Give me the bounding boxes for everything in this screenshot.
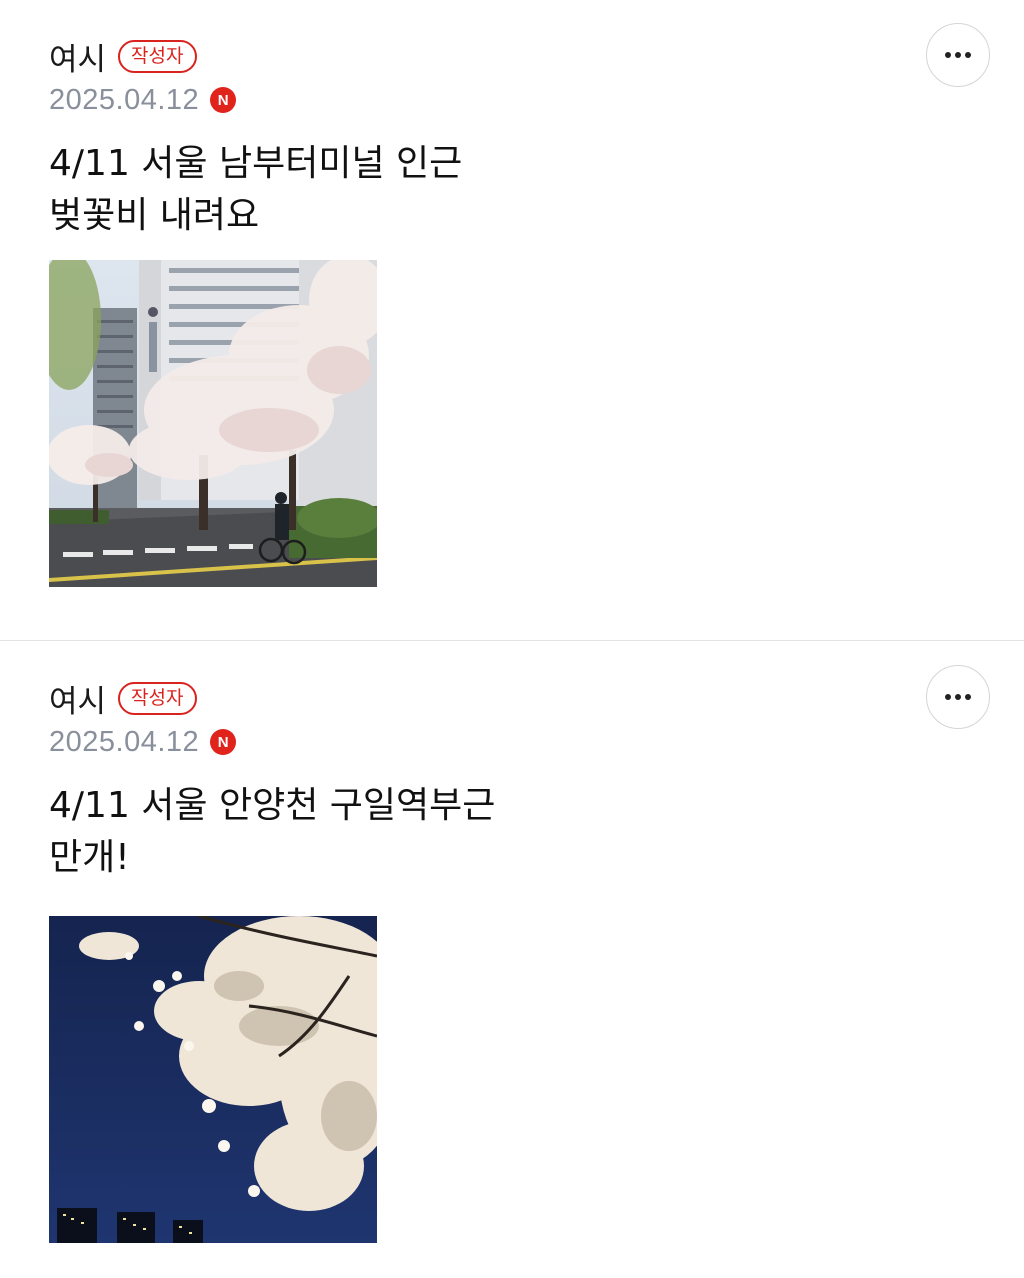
more-options-button[interactable] <box>926 23 990 87</box>
writer-badge: 작성자 <box>118 682 196 715</box>
cherry-blossom-street-photo <box>49 260 377 587</box>
more-options-button[interactable] <box>926 665 990 729</box>
date-row: 2025.04.12 N <box>49 82 236 118</box>
post-divider <box>0 640 1024 641</box>
post-date: 2025.04.12 <box>49 84 199 117</box>
cherry-blossom-night-photo <box>49 916 377 1243</box>
ellipsis-icon <box>944 51 972 59</box>
date-row: 2025.04.12 N <box>49 724 236 760</box>
post-item[interactable]: 여시 작성자 2025.04.12 N 4/11 서울 안양천 구일역부근 만개… <box>0 642 1024 1278</box>
post-title-line: 벚꽃비 내려요 <box>49 190 749 242</box>
post-title-line: 만개! <box>49 832 749 884</box>
post-photo[interactable] <box>49 260 377 587</box>
post-photo[interactable] <box>49 916 377 1243</box>
author-row: 여시 작성자 <box>49 34 197 78</box>
post-title[interactable]: 4/11 서울 남부터미널 인근 벚꽃비 내려요 <box>49 138 749 242</box>
writer-badge: 작성자 <box>118 40 196 73</box>
post-title-line: 4/11 서울 안양천 구일역부근 <box>49 780 749 832</box>
new-badge-icon: N <box>210 87 236 113</box>
post-item[interactable]: 여시 작성자 2025.04.12 N 4/11 서울 남부터미널 인근 벚꽃비… <box>0 0 1024 641</box>
new-badge-icon: N <box>210 729 236 755</box>
author-name[interactable]: 여시 <box>49 676 106 721</box>
author-row: 여시 작성자 <box>49 676 197 720</box>
post-title[interactable]: 4/11 서울 안양천 구일역부근 만개! <box>49 780 749 884</box>
post-title-line: 4/11 서울 남부터미널 인근 <box>49 138 749 190</box>
ellipsis-icon <box>944 693 972 701</box>
author-name[interactable]: 여시 <box>49 34 106 79</box>
post-date: 2025.04.12 <box>49 726 199 759</box>
